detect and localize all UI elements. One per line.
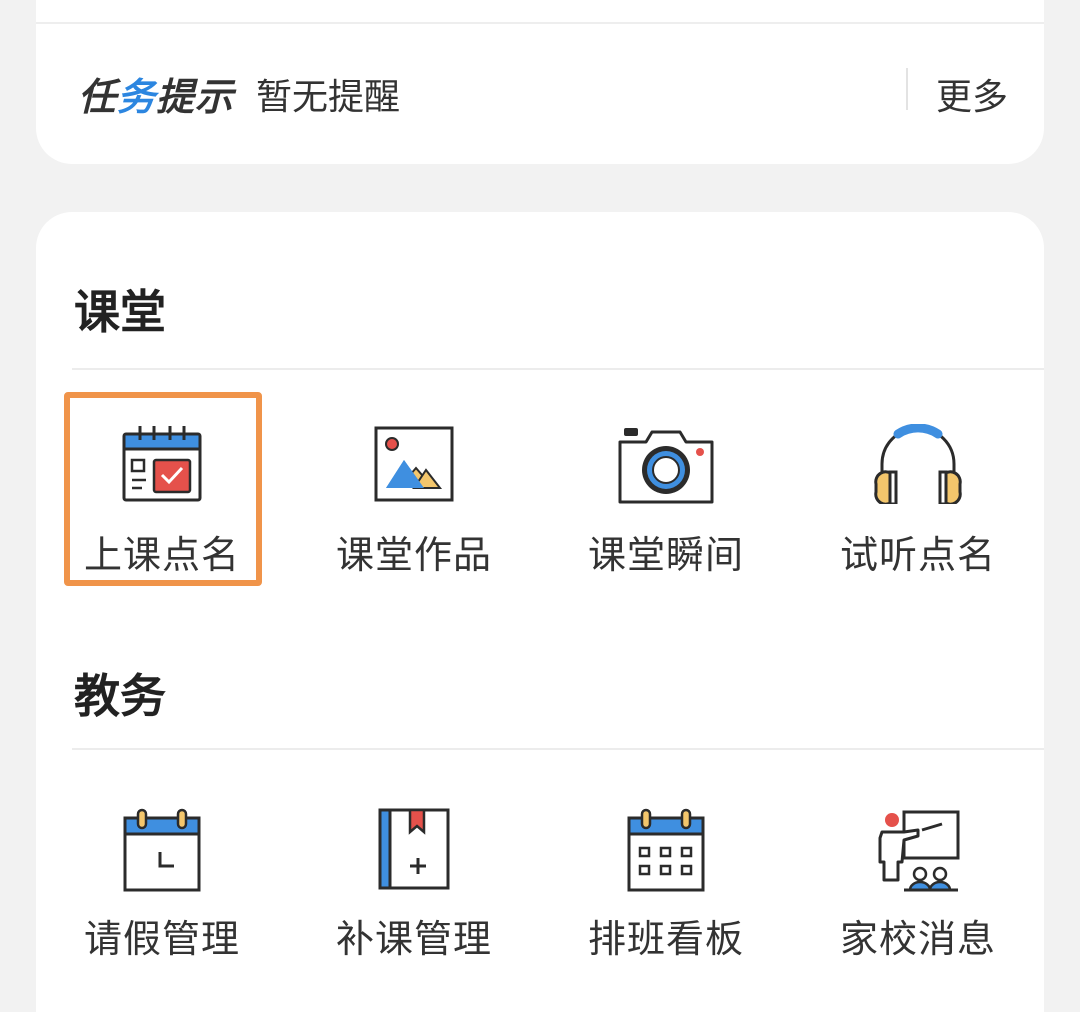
- grid-item-class-moments[interactable]: 课堂瞬间: [540, 408, 792, 608]
- leave-calendar-icon: [123, 808, 201, 892]
- grid-item-makeup-class[interactable]: 补课管理: [288, 792, 540, 992]
- section-divider: [72, 748, 1044, 750]
- section-divider: [72, 368, 1044, 370]
- grid-item-label: 课堂作品: [335, 533, 492, 577]
- grid-item-label: 补课管理: [335, 917, 492, 961]
- grid-item-label: 家校消息: [839, 917, 996, 961]
- teacher-presentation-icon: [878, 810, 960, 892]
- grid-item-schedule-board[interactable]: 排班看板: [540, 792, 792, 992]
- grid-item-label: 请假管理: [83, 917, 240, 961]
- grid-item-label: 上课点名: [83, 533, 240, 577]
- menu-card: 课堂 上课点名 课堂作品 课堂瞬间 试听点名 教务 请假管理 补课管理 排班看板…: [36, 212, 1044, 1012]
- grid-item-class-attendance[interactable]: 上课点名: [36, 392, 288, 608]
- headphones-icon: [874, 424, 962, 504]
- divider: [36, 22, 1044, 24]
- grid-item-leave-management[interactable]: 请假管理: [36, 792, 288, 992]
- grid-item-label: 课堂瞬间: [587, 533, 744, 577]
- camera-icon: [618, 428, 714, 504]
- grid-item-label: 试听点名: [839, 533, 996, 577]
- section-title-classroom: 课堂: [74, 285, 166, 339]
- task-notice-card: 任务提示 暂无提醒 更多: [36, 0, 1044, 164]
- vertical-divider: [906, 68, 908, 110]
- section-title-academic: 教务: [74, 669, 166, 723]
- task-notice-logo: 任务提示: [78, 75, 235, 119]
- grid-item-class-works[interactable]: 课堂作品: [288, 408, 540, 608]
- schedule-calendar-icon: [627, 808, 705, 892]
- academic-grid: 请假管理 补课管理 排班看板 家校消息: [36, 792, 1044, 992]
- grid-item-label: 排班看板: [587, 917, 744, 961]
- task-notice-row[interactable]: 任务提示 暂无提醒 更多: [36, 52, 1044, 128]
- grid-item-home-school-messages[interactable]: 家校消息: [792, 792, 1044, 992]
- grid-item-trial-attendance[interactable]: 试听点名: [792, 408, 1044, 608]
- bookmark-book-icon: [378, 808, 450, 890]
- picture-icon: [374, 426, 454, 502]
- classroom-grid: 上课点名 课堂作品 课堂瞬间 试听点名: [36, 392, 1044, 608]
- task-notice-text: 暂无提醒: [256, 77, 401, 118]
- more-link[interactable]: 更多: [936, 68, 1008, 120]
- attendance-calendar-icon: [122, 426, 202, 502]
